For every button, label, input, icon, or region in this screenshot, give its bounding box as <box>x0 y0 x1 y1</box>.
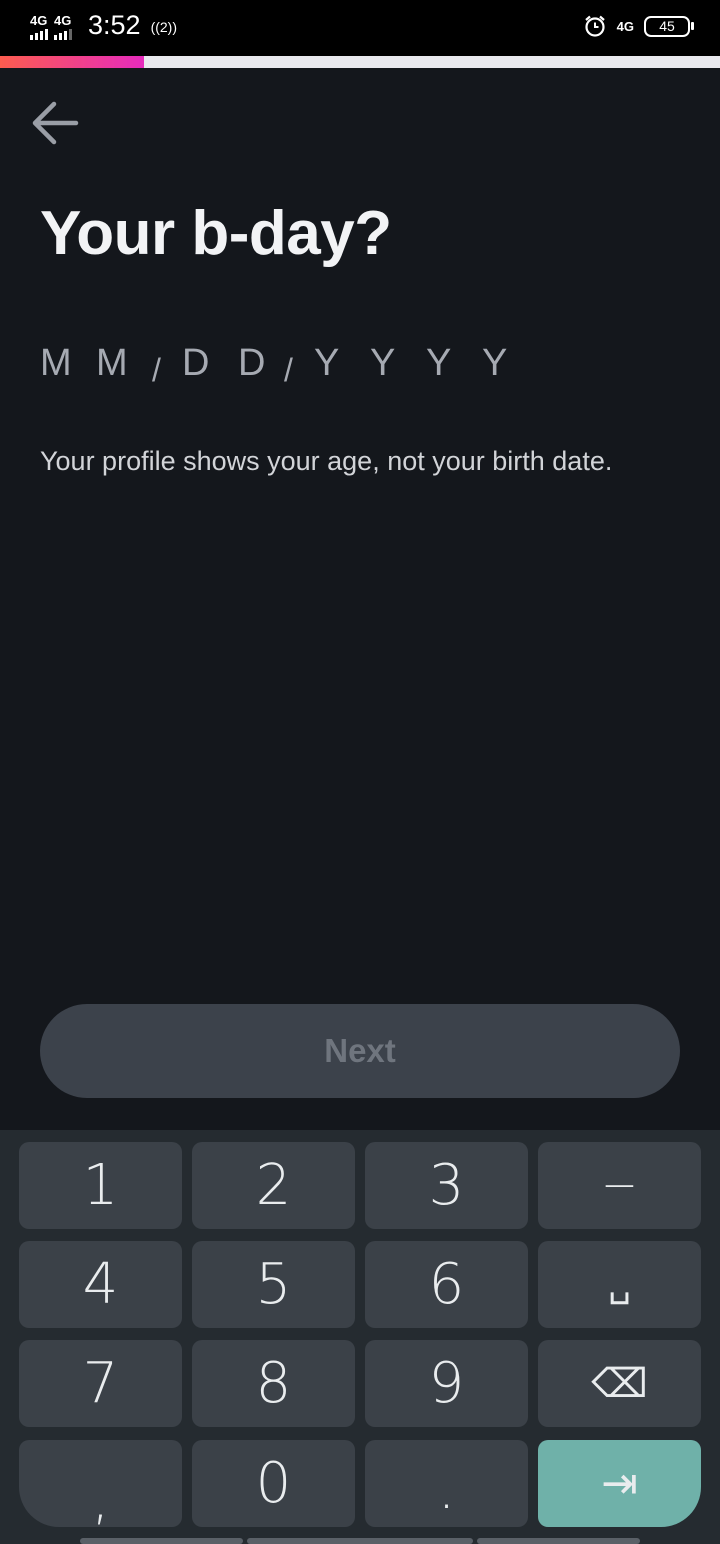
date-separator: / <box>284 352 293 388</box>
key-label: 3 <box>428 1152 465 1218</box>
key-label: 6 <box>428 1251 465 1317</box>
month-digit-2: M <box>96 342 128 384</box>
status-right: 4G 45 <box>583 14 694 38</box>
backspace-icon: ⌫ <box>591 1360 648 1407</box>
progress-bar <box>0 56 720 68</box>
nav-indicator <box>80 1538 243 1544</box>
back-button[interactable] <box>28 96 84 152</box>
key-7[interactable]: 7 <box>19 1340 182 1427</box>
key-5[interactable]: 5 <box>192 1241 355 1328</box>
numeric-keyboard: 1 2 3 − 4 5 6 ␣ 7 8 9 ⌫ , 0 . ⇥ <box>0 1130 720 1544</box>
year-digit-2: Y <box>370 342 396 384</box>
next-button[interactable]: Next <box>40 1004 680 1098</box>
minus-icon: − <box>601 1159 638 1211</box>
key-8[interactable]: 8 <box>192 1340 355 1427</box>
key-label: , <box>91 1466 110 1532</box>
sim1-label: 4G <box>30 12 48 28</box>
key-period[interactable]: . <box>365 1440 528 1527</box>
date-separator: / <box>152 352 161 388</box>
page-title: Your b-day? <box>40 199 392 268</box>
battery-icon: 45 <box>644 15 694 37</box>
arrow-left-icon <box>32 101 79 145</box>
hint-text: Your profile shows your age, not your bi… <box>40 446 613 476</box>
birthday-input[interactable]: M M / D D / Y Y Y Y <box>40 342 538 388</box>
key-label: 0 <box>255 1450 292 1516</box>
sim2-signal: 4G <box>54 14 72 40</box>
key-label: 4 <box>82 1251 119 1317</box>
key-label: 8 <box>255 1350 292 1416</box>
mobile-data-icon: 4G <box>616 18 634 34</box>
key-label: 2 <box>255 1152 292 1218</box>
battery-level: 45 <box>659 18 675 34</box>
status-left: 4G 4G 3:52 ((2)) <box>30 10 177 41</box>
year-digit-4: Y <box>482 342 508 384</box>
key-minus[interactable]: − <box>538 1142 701 1229</box>
nav-indicator <box>247 1538 473 1544</box>
signal-bars-icon <box>54 28 72 40</box>
key-6[interactable]: 6 <box>365 1241 528 1328</box>
day-digit-2: D <box>238 342 266 384</box>
key-2[interactable]: 2 <box>192 1142 355 1229</box>
key-9[interactable]: 9 <box>365 1340 528 1427</box>
key-comma[interactable]: , <box>19 1440 182 1527</box>
year-digit-3: Y <box>426 342 452 384</box>
progress-fill <box>0 56 144 68</box>
month-digit-1: M <box>40 342 72 384</box>
sim1-signal: 4G <box>30 14 48 40</box>
space-icon: ␣ <box>608 1263 631 1305</box>
key-label: 5 <box>255 1251 292 1317</box>
key-4[interactable]: 4 <box>19 1241 182 1328</box>
key-0[interactable]: 0 <box>192 1440 355 1527</box>
nav-indicator <box>477 1538 640 1544</box>
alarm-icon <box>584 15 605 37</box>
signal-bars-icon <box>30 28 48 40</box>
sim2-label: 4G <box>54 12 72 28</box>
key-3[interactable]: 3 <box>365 1142 528 1229</box>
key-label: 1 <box>82 1152 119 1218</box>
key-space[interactable]: ␣ <box>538 1241 701 1328</box>
year-digit-1: Y <box>314 342 340 384</box>
key-backspace[interactable]: ⌫ <box>538 1340 701 1427</box>
key-label: 7 <box>82 1350 119 1416</box>
clock: 3:52 <box>88 10 141 40</box>
key-1[interactable]: 1 <box>19 1142 182 1229</box>
tab-arrow-icon: ⇥ <box>601 1457 638 1509</box>
status-bar: 4G 4G 3:52 ((2)) 4G 45 <box>0 0 720 56</box>
hotspot-icon: ((2)) <box>150 18 177 35</box>
key-label: 9 <box>428 1350 465 1416</box>
key-next-field[interactable]: ⇥ <box>538 1440 701 1527</box>
day-digit-1: D <box>182 342 210 384</box>
key-label: . <box>437 1456 456 1522</box>
